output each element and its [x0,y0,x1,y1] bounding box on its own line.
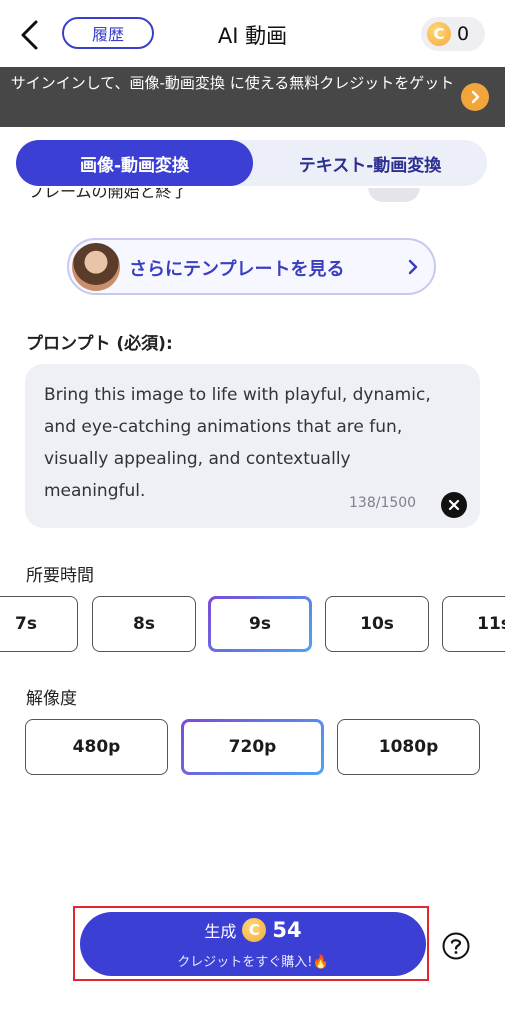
tab-image-to-video[interactable]: 画像-動画変換 [16,140,253,186]
banner-arrow-icon[interactable] [461,83,489,111]
credit-count: 0 [457,23,470,45]
frame-option-label: フレームの開始と終了 [28,188,188,201]
duration-option[interactable]: 7s [0,596,78,652]
resolution-option-selected[interactable]: 720p [181,719,324,775]
clear-icon[interactable] [441,492,467,518]
chevron-right-icon [408,259,418,275]
duration-option-selected[interactable]: 9s [208,596,312,652]
duration-option[interactable]: 8s [92,596,196,652]
coin-icon: C [242,918,267,942]
duration-option[interactable]: 10s [325,596,429,652]
frame-option-row: フレームの開始と終了 [28,188,468,208]
generate-cost: 54 [272,918,302,942]
duration-option[interactable]: 11s [442,596,505,652]
frame-option-toggle[interactable] [368,188,420,202]
generate-button[interactable]: 生成 C 54 クレジットをすぐ購入!🔥 [80,912,426,976]
prompt-text[interactable]: Bring this image to life with playful, d… [44,379,444,507]
prompt-input[interactable]: Bring this image to life with playful, d… [25,364,480,528]
generate-label: 生成 [204,922,237,941]
resolution-option[interactable]: 1080p [337,719,480,775]
tab-text-to-video[interactable]: テキスト-動画変換 [253,140,487,186]
coin-icon: C [427,22,451,46]
banner-text: サインインして、画像-動画変換 に使える無料クレジットをゲット [10,74,455,92]
prompt-char-counter: 138/1500 [349,495,417,511]
credit-balance[interactable]: C 0 [421,17,485,51]
buy-credits-label: クレジットをすぐ購入!🔥 [177,955,329,970]
resolution-option[interactable]: 480p [25,719,168,775]
template-thumbnail [72,243,120,291]
help-question-icon[interactable] [441,931,471,961]
prompt-heading: プロンプト (必須): [26,334,173,354]
signin-banner[interactable]: サインインして、画像-動画変換 に使える無料クレジットをゲット [0,67,505,127]
mode-tabs: 画像-動画変換 テキスト-動画変換 [16,140,487,186]
more-templates-button[interactable]: さらにテンプレートを見る [67,238,436,295]
duration-label: 所要時間 [26,566,94,586]
more-templates-label: さらにテンプレートを見る [129,259,345,280]
duration-options: 7s 8s 9s 10s 11s [0,596,505,654]
resolution-label: 解像度 [26,689,77,709]
